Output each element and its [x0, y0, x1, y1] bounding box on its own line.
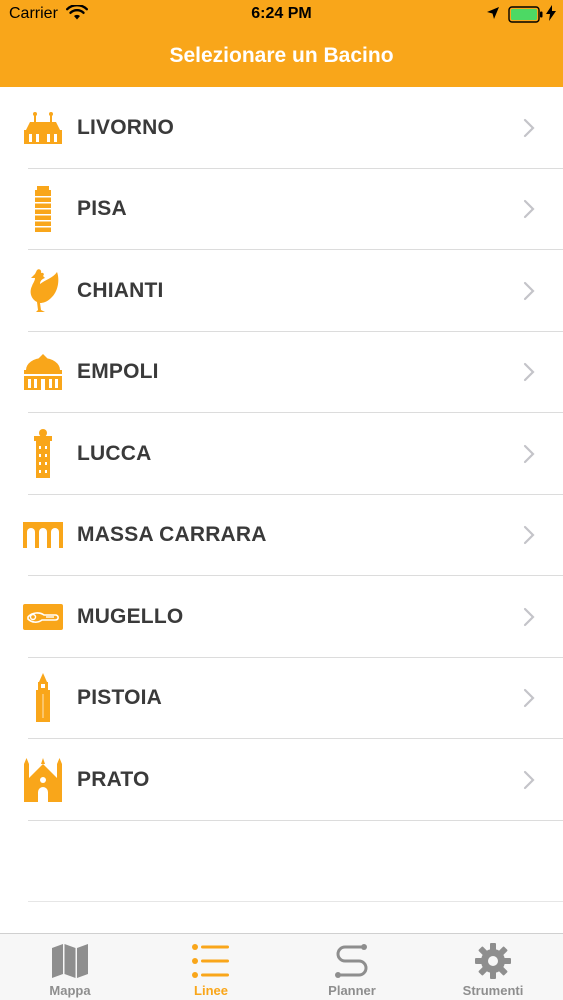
- header: Carrier 6:24 PM Selezionare un Bacino: [0, 0, 563, 87]
- basin-row-pisa[interactable]: PISA: [0, 169, 563, 251]
- basin-label: LUCCA: [77, 441, 152, 465]
- gear-icon: [473, 942, 513, 980]
- tab-bar: Mappa Linee Planner Strumenti: [0, 933, 563, 1000]
- cathedral-icon: [22, 755, 64, 805]
- basin-label: PISA: [77, 197, 127, 221]
- basin-label: CHIANTI: [77, 278, 164, 302]
- tab-label: Planner: [328, 983, 376, 998]
- basin-label: EMPOLI: [77, 360, 159, 384]
- livorno-terrazza-icon: [22, 103, 64, 153]
- tab-linee[interactable]: Linee: [141, 934, 281, 1000]
- chevron-right-icon: [521, 769, 537, 791]
- bell-tower-icon: [22, 673, 64, 723]
- basin-label: MUGELLO: [77, 604, 184, 628]
- list-icon: [191, 942, 231, 980]
- tab-mappa[interactable]: Mappa: [0, 934, 140, 1000]
- motorbike-badge-icon: [22, 592, 64, 642]
- church-facade-icon: [22, 347, 64, 397]
- chevron-right-icon: [521, 687, 537, 709]
- charging-bolt-icon: [546, 5, 556, 26]
- chevron-right-icon: [521, 524, 537, 546]
- basin-list: LIVORNO PISA CHIANTI EMPOLI LUCCA MASSA …: [0, 87, 563, 821]
- tab-label: Linee: [194, 983, 228, 998]
- tab-strumenti[interactable]: Strumenti: [423, 934, 563, 1000]
- basin-row-chianti[interactable]: CHIANTI: [0, 250, 563, 332]
- basin-label: LIVORNO: [77, 115, 175, 139]
- basin-row-livorno[interactable]: LIVORNO: [0, 87, 563, 169]
- basin-label: PRATO: [77, 767, 150, 791]
- basin-label: PISTOIA: [77, 686, 163, 710]
- tab-label: Mappa: [49, 983, 91, 998]
- rooster-icon: [22, 266, 64, 316]
- guinigi-tower-icon: [22, 428, 64, 479]
- basin-row-empoli[interactable]: EMPOLI: [0, 332, 563, 414]
- basin-row-massa-carrara[interactable]: MASSA CARRARA: [0, 495, 563, 577]
- tab-planner[interactable]: Planner: [282, 934, 422, 1000]
- arches-icon: [22, 510, 64, 560]
- location-arrow-icon: [486, 6, 500, 25]
- chevron-right-icon: [521, 443, 537, 465]
- map-icon: [50, 942, 90, 980]
- list-end-separator: [28, 901, 563, 902]
- battery-icon: [508, 6, 544, 28]
- page-title: Selezionare un Bacino: [169, 44, 394, 67]
- basin-row-pistoia[interactable]: PISTOIA: [0, 658, 563, 740]
- chevron-right-icon: [521, 198, 537, 220]
- basin-row-prato[interactable]: PRATO: [0, 739, 563, 821]
- basin-row-lucca[interactable]: LUCCA: [0, 413, 563, 495]
- basin-label: MASSA CARRARA: [77, 523, 267, 547]
- tab-label: Strumenti: [462, 983, 524, 998]
- route-icon: [332, 942, 372, 980]
- chevron-right-icon: [521, 117, 537, 139]
- chevron-right-icon: [521, 280, 537, 302]
- clock-label: 6:24 PM: [251, 5, 312, 22]
- leaning-tower-icon: [22, 184, 64, 234]
- status-bar: Carrier 6:24 PM: [0, 0, 563, 30]
- chevron-right-icon: [521, 606, 537, 628]
- chevron-right-icon: [521, 361, 537, 383]
- basin-row-mugello[interactable]: MUGELLO: [0, 576, 563, 658]
